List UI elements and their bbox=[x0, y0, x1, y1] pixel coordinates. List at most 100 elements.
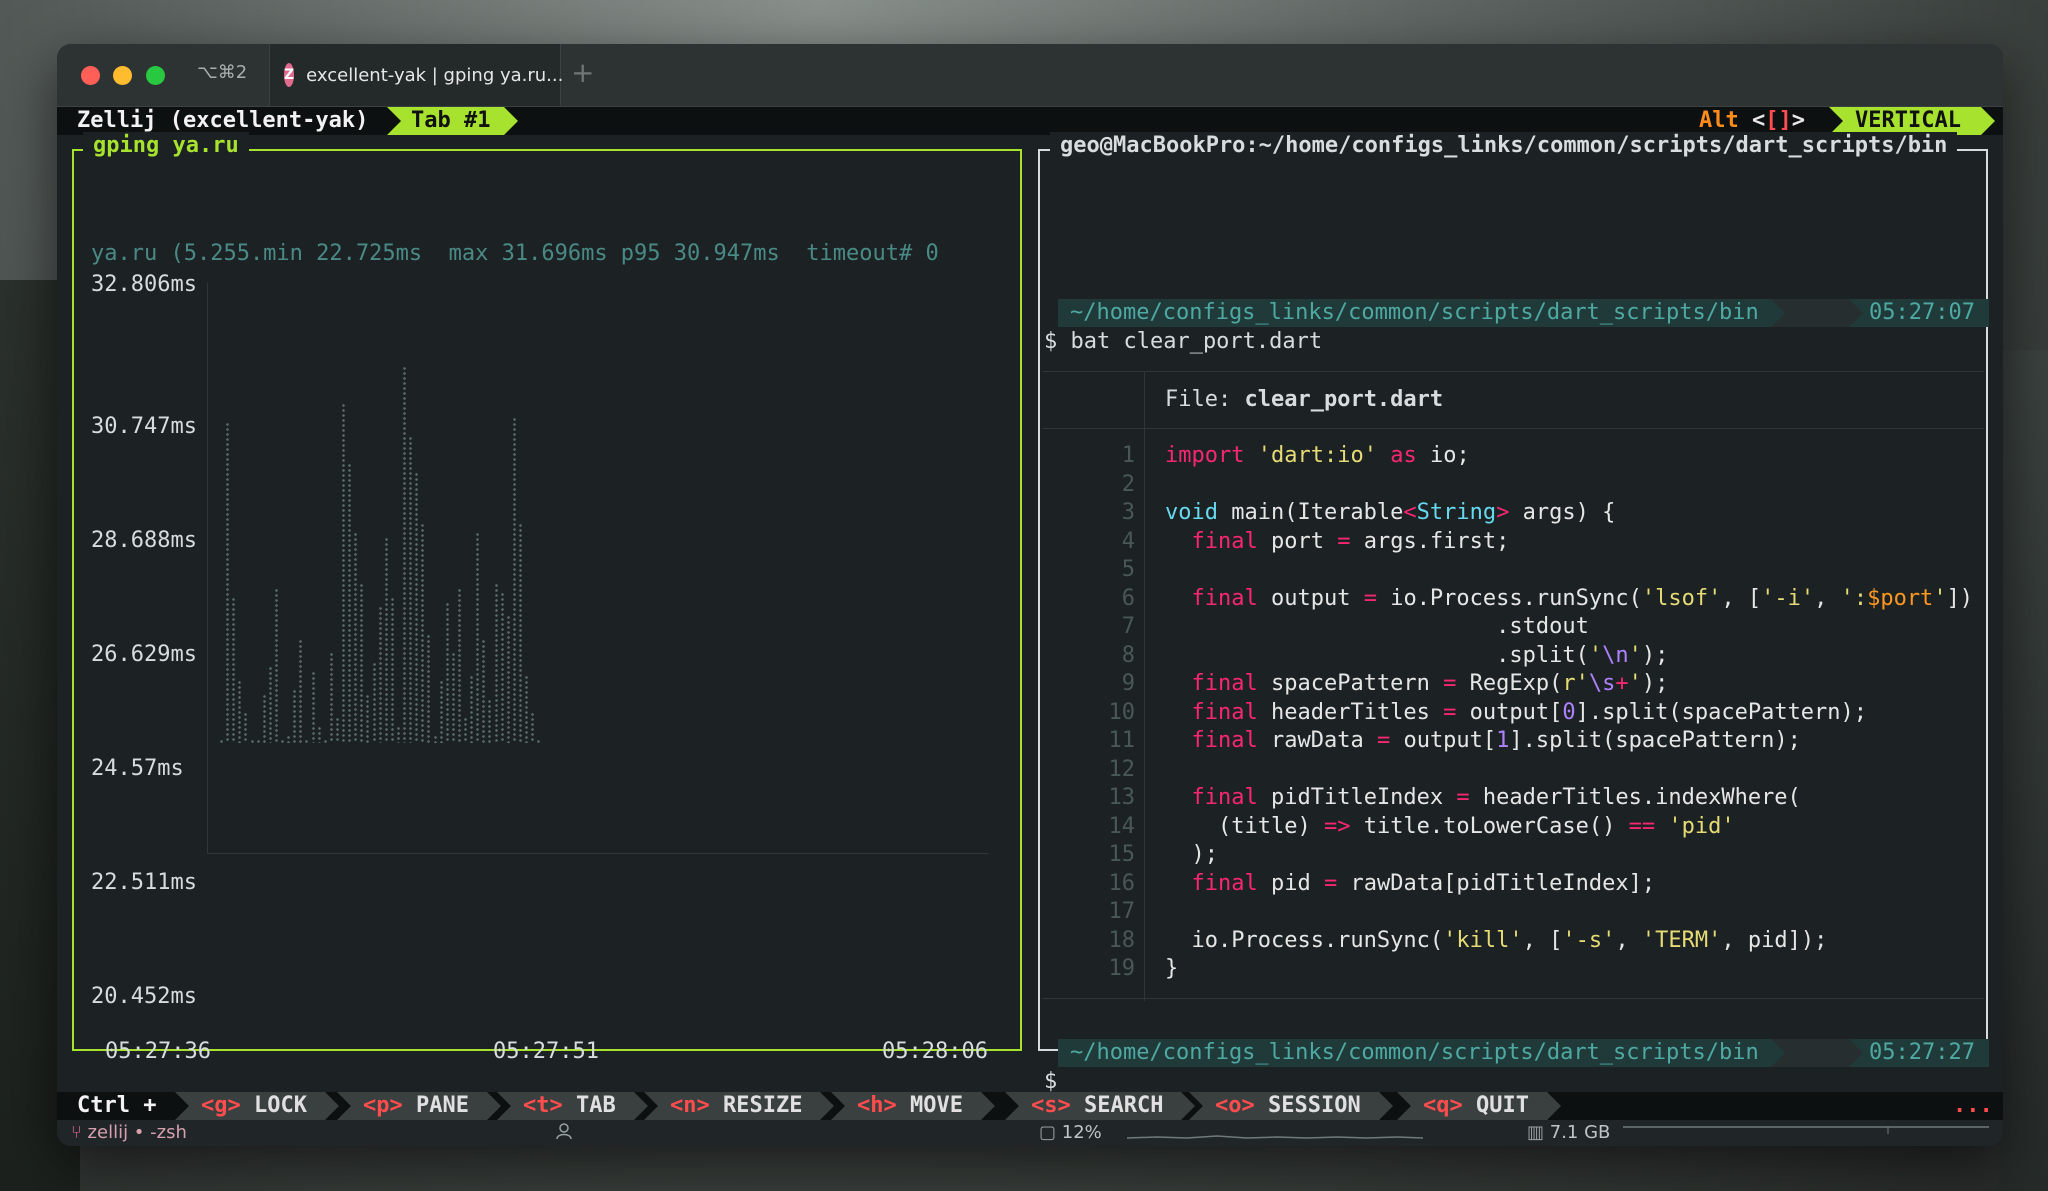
x-tick-label: 05:27:36 bbox=[105, 1039, 211, 1064]
zellij-tab-icon: Z bbox=[284, 63, 295, 87]
window-shortcut-label: ⌥⌘2 bbox=[197, 62, 248, 83]
memory-component[interactable]: ▥ 7.1 GB bbox=[1527, 1122, 1610, 1143]
terminal-tab[interactable]: Z excellent-yak | gping ya.ru... bbox=[269, 44, 564, 106]
ping-sample bbox=[384, 537, 388, 743]
ping-sample bbox=[232, 597, 236, 743]
ping-sample bbox=[293, 689, 297, 743]
line-number: 8 bbox=[1121, 642, 1135, 668]
minimize-window-button[interactable] bbox=[113, 66, 132, 85]
ping-sample bbox=[396, 726, 400, 743]
ping-sample bbox=[390, 597, 394, 743]
x-tick-label: 05:27:51 bbox=[493, 1039, 599, 1064]
prompt-time-1: 05:27:07 bbox=[1849, 299, 1989, 327]
keybind-move[interactable]: <h> MOVE bbox=[831, 1092, 995, 1120]
cpu-component[interactable]: ▢ 12% bbox=[1039, 1122, 1102, 1143]
user-icon bbox=[555, 1122, 573, 1145]
alt-hint-open-bracket: [ bbox=[1765, 108, 1779, 133]
bat-code-divider bbox=[1042, 428, 1984, 429]
new-tab-plus-icon[interactable]: + bbox=[571, 56, 594, 89]
y-tick-label: 28.688ms bbox=[91, 528, 197, 553]
gping-stats: ya.ru (5.255.min 22.725ms max 31.696ms p… bbox=[91, 241, 939, 266]
alt-hint-close-bracket: ] bbox=[1778, 108, 1792, 133]
ping-sample bbox=[403, 366, 406, 743]
code-line-8: .split('\n'); bbox=[1165, 642, 1669, 668]
ping-sample bbox=[415, 472, 419, 743]
title-bar: ⌥⌘2 Z excellent-yak | gping ya.ru... + bbox=[57, 44, 2003, 107]
close-window-button[interactable] bbox=[81, 66, 100, 85]
ping-chart-plot-area bbox=[207, 283, 988, 854]
terminal-content: Zellij (excellent-yak) Tab #1 Alt <[]> V… bbox=[57, 107, 2003, 1146]
ping-sample bbox=[329, 652, 333, 743]
process-component[interactable]: ⑂ zellij • -zsh bbox=[71, 1122, 187, 1143]
ping-sample bbox=[518, 523, 522, 743]
keybind-session[interactable]: <o> SESSION bbox=[1189, 1092, 1393, 1120]
ping-sample bbox=[494, 583, 498, 743]
code-line-7: .stdout bbox=[1165, 614, 1589, 639]
ping-sample bbox=[348, 463, 352, 743]
prompt-path-1: ~/home/configs_links/common/scripts/dart… bbox=[1058, 299, 1785, 327]
zellij-tab-bar: Zellij (excellent-yak) Tab #1 Alt <[]> V… bbox=[57, 107, 2003, 135]
line-number: 9 bbox=[1121, 671, 1135, 696]
bat-file-header: File: clear_port.dart bbox=[1165, 386, 1443, 414]
keybind-search[interactable]: <s> SEARCH bbox=[1005, 1092, 1196, 1120]
memory-usage: 7.1 GB bbox=[1549, 1122, 1611, 1143]
keybind-tab[interactable]: <t> TAB bbox=[497, 1092, 648, 1120]
line-number: 16 bbox=[1108, 870, 1136, 896]
line-number: 12 bbox=[1108, 756, 1136, 782]
command-line: $ bat clear_port.dart bbox=[1044, 329, 1323, 354]
terminal-tab-title: excellent-yak | gping ya.ru... bbox=[306, 64, 564, 86]
code-line-10: final headerTitles = output[0].split(spa… bbox=[1191, 699, 1868, 725]
code-line-14: (title) => title.toLowerCase() == 'pid' bbox=[1165, 813, 1735, 839]
ctrl-modifier-label: Ctrl + bbox=[77, 1093, 157, 1118]
ping-sample bbox=[439, 680, 443, 743]
ping-sample bbox=[220, 739, 223, 743]
ping-sample bbox=[482, 638, 486, 743]
ping-sample bbox=[256, 739, 260, 743]
line-number: 10 bbox=[1108, 699, 1136, 725]
cpu-icon: ▢ bbox=[1039, 1122, 1057, 1143]
file-label: File: bbox=[1165, 387, 1245, 412]
line-number: 3 bbox=[1121, 500, 1135, 525]
line-number: 6 bbox=[1121, 585, 1135, 611]
line-number: 19 bbox=[1108, 956, 1136, 981]
line-number: 14 bbox=[1108, 813, 1136, 839]
keybind-lock[interactable]: <g> LOCK bbox=[175, 1092, 339, 1120]
line-number: 18 bbox=[1108, 927, 1136, 953]
shell-pane-title: geo@MacBookPro:~/home/configs_links/comm… bbox=[1050, 132, 1958, 160]
ping-sample bbox=[360, 583, 364, 743]
zellij-tab-1[interactable]: Tab #1 bbox=[387, 107, 520, 135]
bat-gutter-divider bbox=[1144, 371, 1145, 1001]
keybind-pane[interactable]: <p> PANE bbox=[337, 1092, 501, 1120]
terminal-window: ⌥⌘2 Z excellent-yak | gping ya.ru... + Z… bbox=[57, 44, 2003, 1146]
ping-sample bbox=[470, 675, 474, 743]
process-label: zellij • -zsh bbox=[87, 1122, 187, 1143]
line-number: 5 bbox=[1121, 557, 1135, 582]
ping-sample bbox=[262, 693, 266, 743]
ping-sample bbox=[287, 735, 291, 743]
ping-sample bbox=[476, 532, 480, 743]
ping-sample bbox=[451, 652, 455, 743]
zoom-window-button[interactable] bbox=[146, 66, 165, 85]
memory-graph bbox=[1623, 1124, 1989, 1145]
code-line-15: ); bbox=[1165, 842, 1218, 867]
line-number: 11 bbox=[1108, 728, 1136, 753]
file-name: clear_port.dart bbox=[1244, 387, 1444, 412]
memory-icon: ▥ bbox=[1527, 1122, 1545, 1143]
background-hill-right bbox=[1998, 350, 2048, 1191]
keybind-quit[interactable]: <q> QUIT bbox=[1397, 1092, 1561, 1120]
keybind-resize[interactable]: <n> RESIZE bbox=[644, 1092, 835, 1120]
code-line-11: final rawData = output[1].split(spacePat… bbox=[1191, 728, 1801, 753]
code-line-19: } bbox=[1165, 956, 1179, 981]
cpu-usage: 12% bbox=[1061, 1122, 1102, 1143]
ping-sample bbox=[464, 716, 467, 743]
bat-header-divider bbox=[1042, 371, 1984, 372]
code-line-13: final pidTitleIndex = headerTitles.index… bbox=[1191, 785, 1801, 810]
ping-sample bbox=[433, 735, 437, 743]
code-line-1: import 'dart:io' as io; bbox=[1165, 443, 1470, 468]
ping-sample bbox=[525, 675, 528, 743]
ping-sample bbox=[421, 523, 425, 743]
alt-hint-gt: > bbox=[1791, 108, 1805, 133]
layout-mode-badge[interactable]: VERTICAL bbox=[1829, 107, 1995, 135]
code-line-9: final spacePattern = RegExp(r'\s+'); bbox=[1191, 671, 1669, 696]
alt-hint: Alt <[]> bbox=[1699, 107, 1805, 135]
